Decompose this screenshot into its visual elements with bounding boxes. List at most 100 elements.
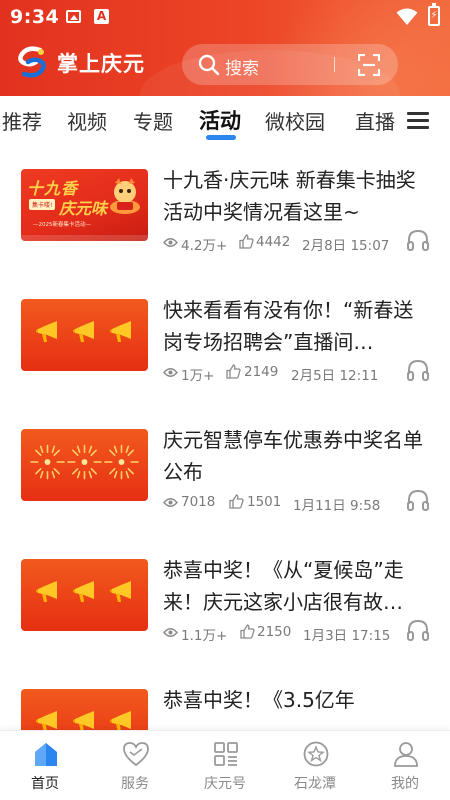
poster-footer bbox=[21, 235, 148, 241]
article-thumbnail bbox=[21, 299, 148, 371]
app-notification-icon: A bbox=[94, 9, 109, 24]
views-icon bbox=[163, 498, 178, 507]
tab-recommend[interactable]: 推荐 bbox=[2, 106, 42, 135]
headphone-icon[interactable] bbox=[406, 489, 430, 511]
like-icon bbox=[240, 624, 255, 639]
status-bar: 9:34 A ⚡ bbox=[0, 0, 450, 34]
article-thumbnail bbox=[21, 689, 148, 730]
list-item[interactable]: 快来看看有没有你！“新春送岗专场招聘会”直播间… 1万+ 2149 2月5日 1… bbox=[0, 276, 450, 406]
user-icon bbox=[394, 742, 418, 767]
list-item[interactable]: 恭喜中奖！《从“夏候岛”走来！庆元这家小店很有故… 1.1万+ 2150 1月3… bbox=[0, 536, 450, 666]
home-icon bbox=[35, 743, 57, 766]
view-count: 4.2万+ bbox=[181, 238, 228, 254]
headphone-icon[interactable] bbox=[406, 619, 430, 641]
article-meta: 7018 1501 1月11日 9:58 bbox=[163, 493, 403, 514]
article-title[interactable]: 庆元智慧停车优惠券中奖名单公布 bbox=[163, 424, 433, 488]
nav-service[interactable]: 服务 bbox=[90, 731, 180, 800]
publish-date: 1月11日 9:58 bbox=[293, 498, 381, 514]
publish-date: 2月5日 12:11 bbox=[291, 368, 379, 384]
wifi-icon bbox=[396, 8, 418, 25]
firework-icon bbox=[104, 444, 139, 480]
megaphone-icon bbox=[72, 581, 94, 602]
heart-icon bbox=[123, 742, 149, 767]
list-item[interactable]: 庆元智慧停车优惠券中奖名单公布 7018 1501 1月11日 9:58 bbox=[0, 406, 450, 536]
article-meta: 4.2万+ 4442 2月8日 15:07 bbox=[163, 233, 403, 254]
article-thumbnail bbox=[21, 559, 148, 631]
views-icon bbox=[163, 368, 178, 377]
tab-campus[interactable]: 微校园 bbox=[265, 106, 325, 135]
firework-icon bbox=[67, 444, 102, 480]
nav-label: 石龙潭 bbox=[294, 776, 336, 792]
nav-shilongtan[interactable]: 石龙潭 bbox=[270, 731, 360, 800]
view-count: 1万+ bbox=[181, 368, 215, 384]
article-meta: 1万+ 2149 2月5日 12:11 bbox=[163, 363, 403, 384]
like-count: 4442 bbox=[256, 234, 291, 250]
category-tabs: 推荐 视频 专题 活动 微校园 直播 bbox=[0, 96, 450, 146]
nav-mine[interactable]: 我的 bbox=[360, 731, 450, 800]
like-count: 2149 bbox=[244, 364, 279, 380]
nav-home[interactable]: 首页 bbox=[0, 731, 90, 800]
list-item[interactable]: 恭喜中奖！《3.5亿年 bbox=[0, 666, 450, 730]
megaphone-icon bbox=[109, 321, 131, 342]
article-title[interactable]: 十九香·庆元味 新春集卡抽奖活动中奖情况看这里~ bbox=[163, 164, 433, 228]
status-time: 9:34 bbox=[10, 6, 60, 28]
megaphone-icon bbox=[35, 711, 57, 730]
poster-badge: 集卡喽! bbox=[29, 199, 56, 210]
like-count: 1501 bbox=[247, 494, 282, 510]
megaphone-icon bbox=[35, 581, 57, 602]
article-meta: 1.1万+ 2150 1月3日 17:15 bbox=[163, 623, 403, 644]
view-count: 1.1万+ bbox=[181, 628, 228, 644]
bottom-navigation: 首页 服务 庆元号 石龙潭 我的 bbox=[0, 730, 450, 800]
poster-subtitle: 庆元味 bbox=[59, 199, 108, 218]
nav-label: 首页 bbox=[31, 776, 59, 792]
view-count: 7018 bbox=[181, 494, 216, 510]
app-title: 掌上庆元 bbox=[57, 52, 145, 76]
article-thumbnail bbox=[21, 429, 148, 501]
article-title[interactable]: 恭喜中奖！《从“夏候岛”走来！庆元这家小店很有故… bbox=[163, 554, 433, 618]
headphone-icon[interactable] bbox=[406, 359, 430, 381]
image-notification-icon bbox=[66, 10, 81, 23]
battery-icon: ⚡ bbox=[428, 3, 440, 26]
list-item[interactable]: 十九香 集卡喽! 庆元味 —2025新春集卡活动— 十九香·庆元味 新春集卡抽奖… bbox=[0, 146, 450, 276]
publish-date: 2月8日 15:07 bbox=[302, 238, 390, 254]
megaphone-icon bbox=[109, 711, 131, 730]
app-logo bbox=[18, 46, 46, 78]
tab-activities[interactable]: 活动 bbox=[199, 105, 241, 135]
article-title[interactable]: 快来看看有没有你！“新春送岗专场招聘会”直播间… bbox=[163, 294, 433, 358]
active-tab-indicator bbox=[206, 135, 236, 140]
publish-date: 1月3日 17:15 bbox=[303, 628, 391, 644]
nav-label: 庆元号 bbox=[204, 776, 246, 792]
scan-icon[interactable] bbox=[358, 54, 380, 76]
star-icon bbox=[303, 741, 329, 767]
tab-topics[interactable]: 专题 bbox=[133, 106, 173, 135]
like-icon bbox=[239, 234, 254, 249]
article-thumbnail: 十九香 集卡喽! 庆元味 —2025新春集卡活动— bbox=[21, 169, 148, 241]
article-title[interactable]: 恭喜中奖！《3.5亿年 bbox=[163, 684, 433, 716]
megaphone-icon bbox=[109, 581, 131, 602]
battery-charging-icon: ⚡ bbox=[430, 10, 438, 21]
tab-live[interactable]: 直播 bbox=[355, 106, 395, 135]
search-placeholder: 搜索 bbox=[225, 59, 259, 79]
like-icon bbox=[229, 494, 244, 509]
menu-icon[interactable] bbox=[407, 112, 429, 130]
nav-qingyuan-account[interactable]: 庆元号 bbox=[180, 731, 270, 800]
poster-caption: —2025新春集卡活动— bbox=[33, 222, 91, 228]
views-icon bbox=[163, 628, 178, 637]
grid-icon bbox=[214, 742, 238, 766]
headphone-icon[interactable] bbox=[406, 229, 430, 251]
article-list: 十九香 集卡喽! 庆元味 —2025新春集卡活动— 十九香·庆元味 新春集卡抽奖… bbox=[0, 146, 450, 730]
snake-mascot-icon bbox=[110, 178, 140, 214]
tab-video[interactable]: 视频 bbox=[67, 106, 107, 135]
views-icon bbox=[163, 238, 178, 247]
megaphone-icon bbox=[72, 711, 94, 730]
nav-label: 服务 bbox=[121, 776, 149, 792]
search-bar[interactable]: 搜索 bbox=[182, 44, 398, 85]
megaphone-icon bbox=[72, 321, 94, 342]
nav-label: 我的 bbox=[391, 776, 419, 792]
like-count: 2150 bbox=[257, 624, 292, 640]
firework-icon bbox=[30, 444, 65, 480]
like-icon bbox=[226, 364, 241, 379]
megaphone-icon bbox=[35, 321, 57, 342]
search-divider bbox=[334, 57, 335, 72]
app-header: 9:34 A ⚡ 掌上庆元 搜索 bbox=[0, 0, 450, 96]
